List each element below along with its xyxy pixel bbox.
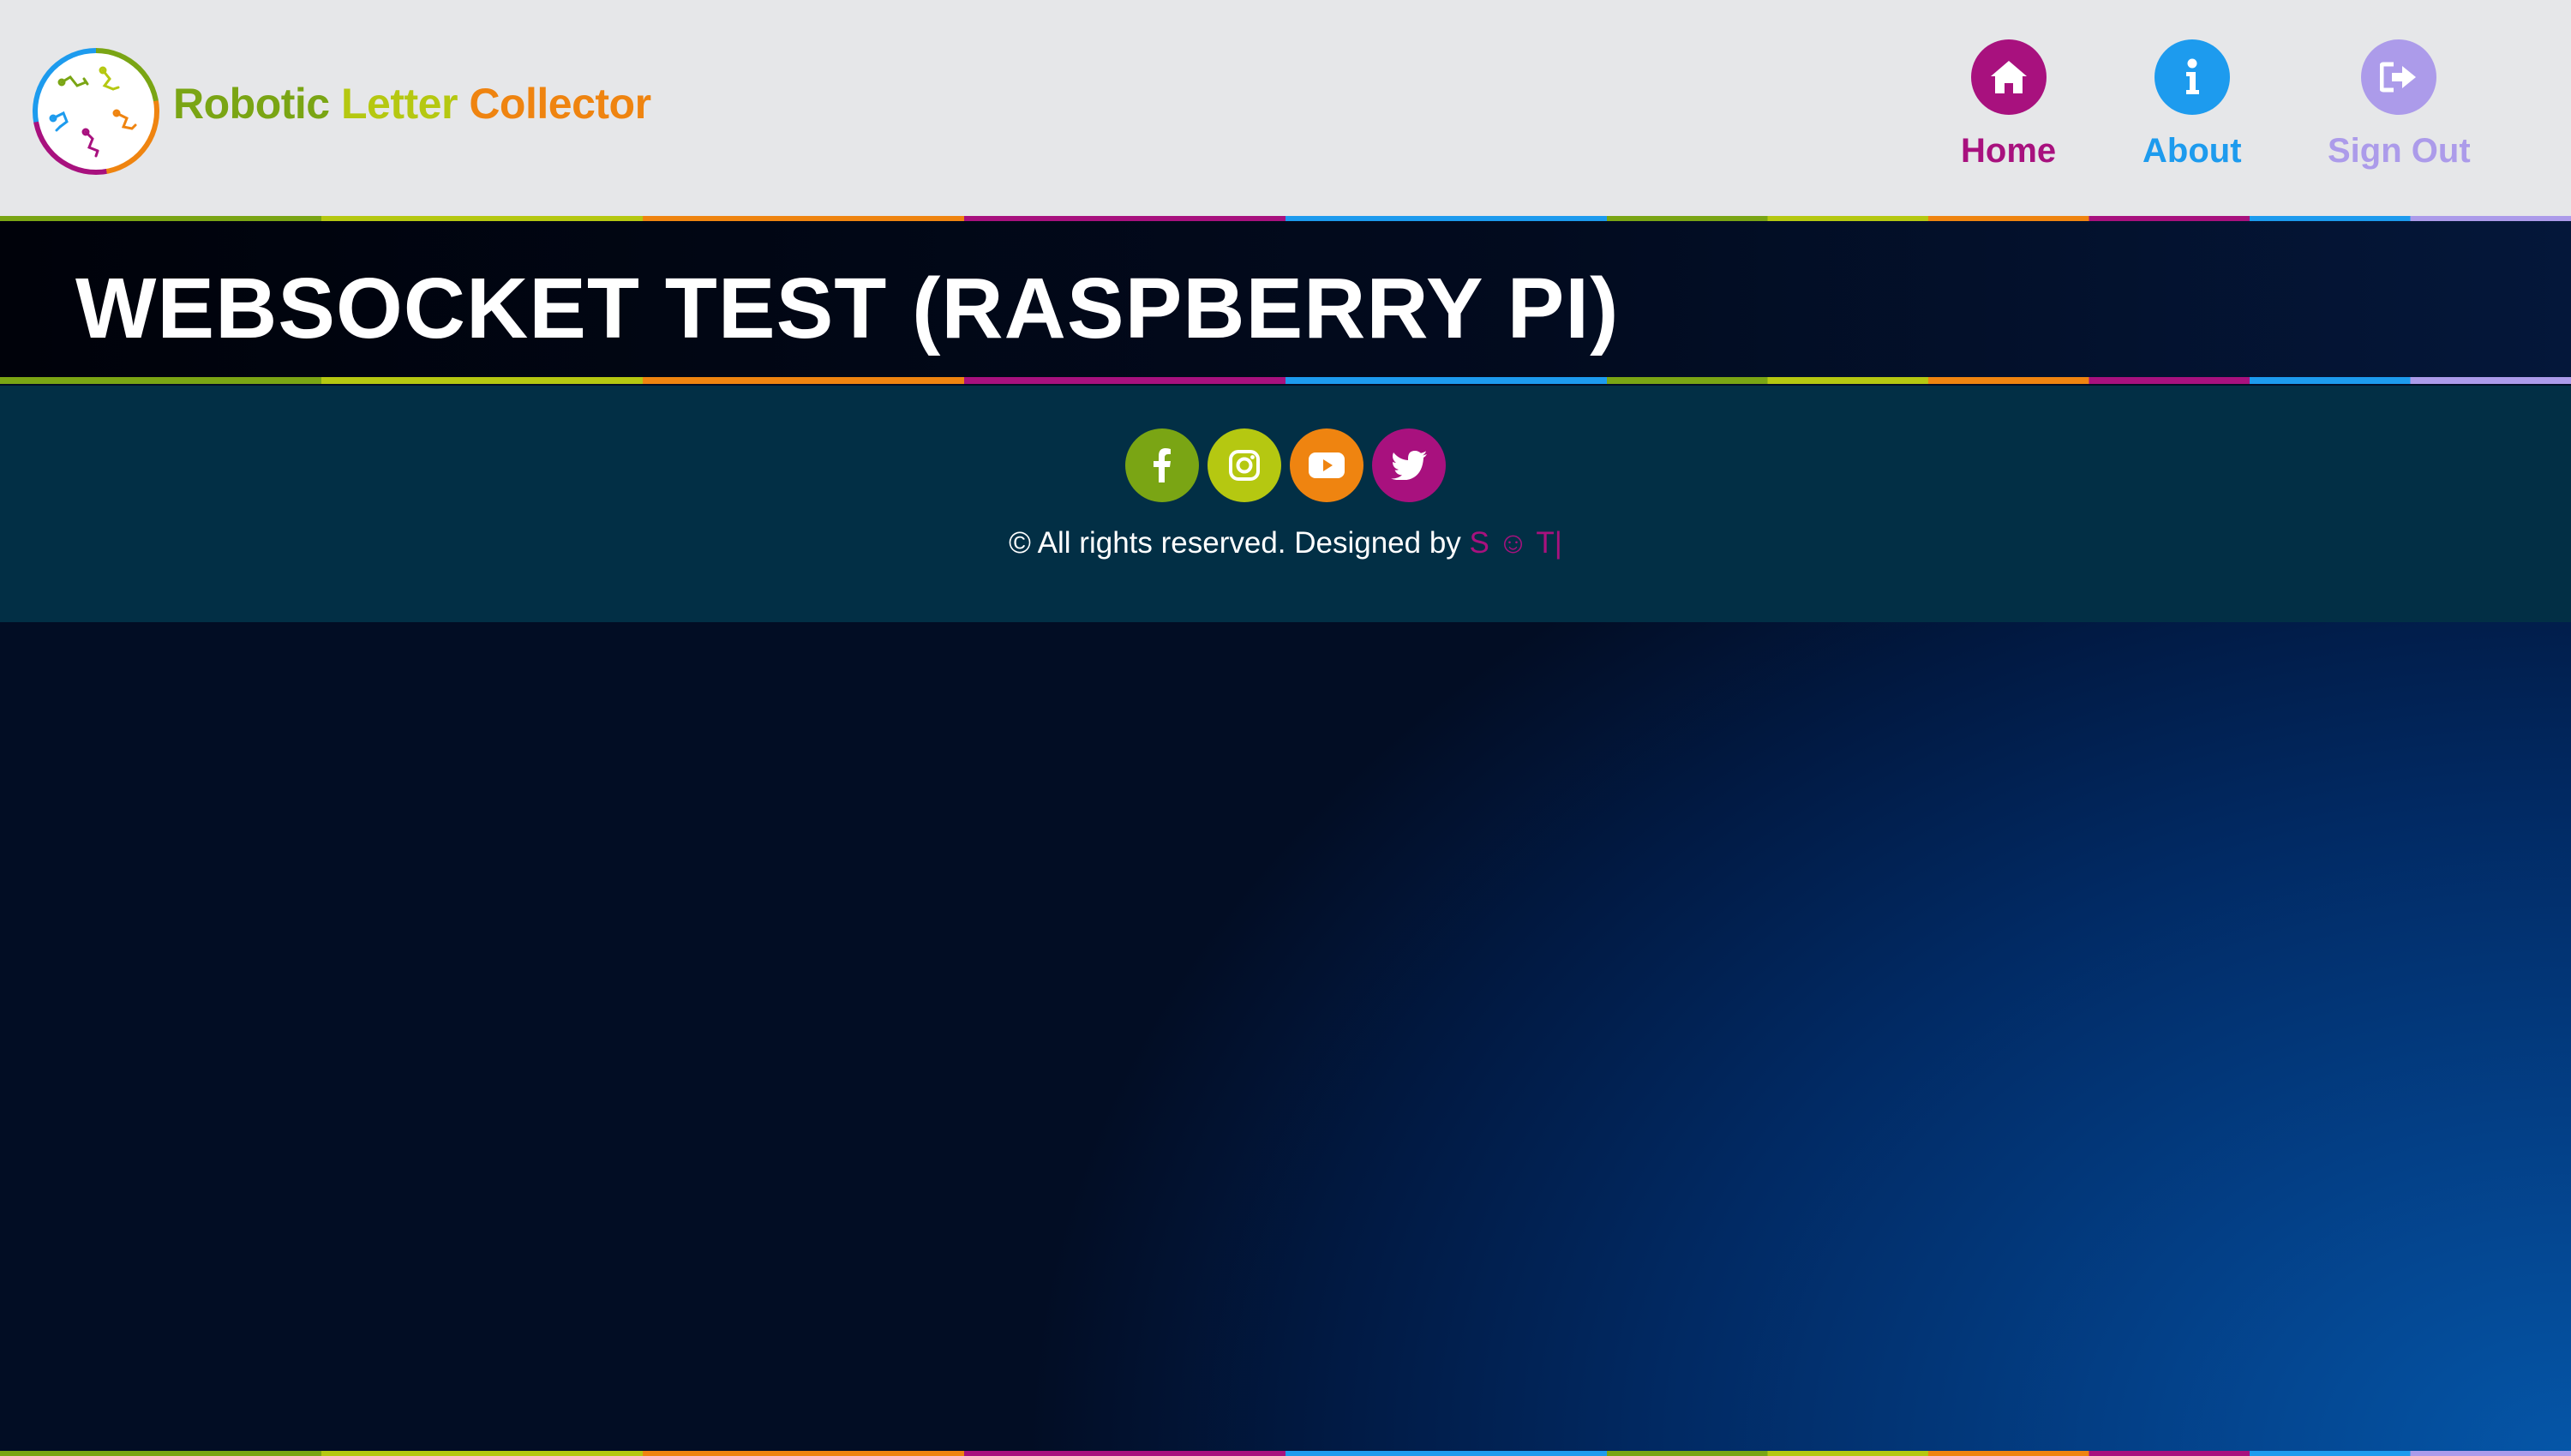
instagram-icon[interactable]	[1208, 428, 1281, 502]
copyright-line: © All rights reserved. Designed by S ☺ T…	[0, 526, 2571, 560]
designer-link[interactable]: S ☺ T|	[1470, 526, 1562, 560]
page-title: WEBSOCKET TEST (RASPBERRY PI)	[75, 261, 1620, 357]
twitter-icon[interactable]	[1372, 428, 1446, 502]
banner-bottom-stripe	[0, 377, 2571, 384]
logo[interactable]	[33, 48, 159, 175]
copyright-text: © All rights reserved. Designed by	[1009, 526, 1461, 560]
brand-word-3: Collector	[469, 80, 651, 128]
site-footer: © All rights reserved. Designed by S ☺ T…	[0, 386, 2571, 622]
nav-item-about[interactable]: About	[2142, 39, 2242, 171]
nav-label-sign-out: Sign Out	[2328, 132, 2471, 170]
nav-item-home[interactable]: Home	[1961, 39, 2056, 171]
brand-word-1: Robotic	[173, 80, 330, 128]
robot-arms-icon	[49, 66, 137, 158]
sign-out-icon	[2361, 39, 2437, 115]
site-header: Robotic Letter Collector Home About Sign…	[0, 0, 2571, 221]
youtube-icon[interactable]	[1290, 428, 1363, 502]
brand-word-2: Letter	[341, 80, 458, 128]
nav-item-sign-out[interactable]: Sign Out	[2328, 39, 2471, 171]
nav-label-home: Home	[1961, 132, 2057, 170]
home-icon	[1970, 39, 2047, 115]
page-banner: WEBSOCKET TEST (RASPBERRY PI)	[0, 221, 2571, 379]
bottom-stripe	[0, 1451, 2571, 1456]
brand-title[interactable]: Robotic Letter Collector	[173, 79, 651, 129]
nav-label-about: About	[2142, 132, 2242, 170]
facebook-icon[interactable]	[1125, 428, 1199, 502]
info-icon	[2154, 39, 2230, 115]
social-links	[0, 428, 2571, 502]
